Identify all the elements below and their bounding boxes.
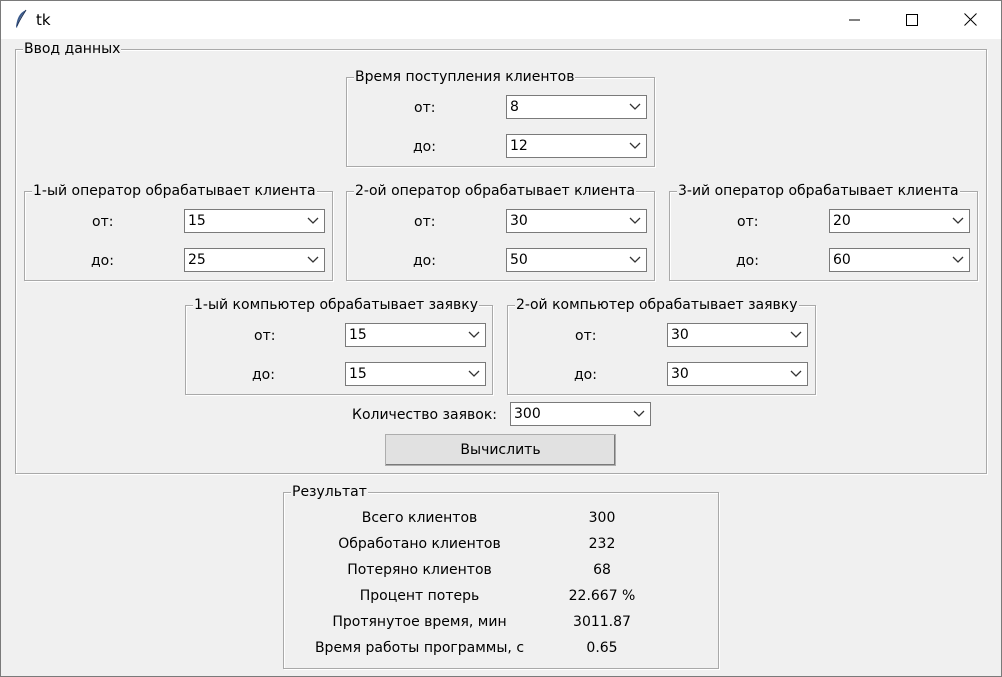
computer1-from-combobox[interactable]: 15: [345, 323, 486, 347]
computer1-to-label: до:: [252, 367, 275, 383]
computer1-title: 1-ый компьютер обрабатывает заявку: [193, 297, 480, 313]
result-value-processed-clients: 232: [588, 536, 616, 552]
computer2-to-label: до:: [574, 367, 597, 383]
computer1-group: 1-ый компьютер обрабатывает заявку от: 1…: [185, 297, 493, 395]
chevron-down-icon[interactable]: [629, 142, 641, 150]
maximize-button[interactable]: [883, 0, 941, 39]
operator1-to-combobox[interactable]: 25: [184, 248, 325, 272]
chevron-down-icon[interactable]: [633, 410, 645, 418]
operator1-title: 1-ый оператор обрабатывает клиента: [32, 183, 317, 199]
arrival-time-title: Время поступления клиентов: [354, 69, 576, 85]
result-value-lost-clients: 68: [593, 562, 611, 578]
operator2-from-label: от:: [414, 214, 436, 230]
operator1-from-combobox[interactable]: 15: [184, 209, 325, 233]
requests-count-combobox[interactable]: 300: [510, 402, 651, 426]
title-bar[interactable]: tk: [0, 0, 1002, 39]
computer2-group: 2-ой компьютер обрабатывает заявку от: 3…: [507, 297, 816, 395]
result-label-processed-clients: Обработано клиентов: [338, 536, 501, 552]
result-value-elapsed-time: 3011.87: [573, 614, 631, 630]
computer1-from-label: от:: [254, 328, 276, 344]
arrival-to-combobox[interactable]: 12: [506, 134, 647, 158]
result-value-runtime: 0.65: [586, 640, 618, 656]
operator2-to-label: до:: [413, 253, 436, 269]
operator1-group: 1-ый оператор обрабатывает клиента от: 1…: [24, 183, 333, 281]
chevron-down-icon[interactable]: [790, 370, 802, 378]
result-value-total-clients: 300: [588, 510, 616, 526]
chevron-down-icon[interactable]: [468, 331, 480, 339]
result-value-loss-percent: 22.667 %: [568, 588, 636, 604]
operator2-from-combobox[interactable]: 30: [506, 209, 647, 233]
result-label-loss-percent: Процент потерь: [359, 588, 480, 604]
close-icon: [963, 13, 977, 26]
chevron-down-icon[interactable]: [307, 256, 319, 264]
calculate-button[interactable]: Вычислить: [385, 434, 616, 466]
window-title: tk: [36, 11, 51, 29]
result-group-title: Результат: [291, 484, 368, 500]
operator3-group: 3-ий оператор обрабатывает клиента от: 2…: [669, 183, 978, 281]
operator2-title: 2-ой оператор обрабатывает клиента: [354, 183, 637, 199]
computer1-to-combobox[interactable]: 15: [345, 362, 486, 386]
operator2-group: 2-ой оператор обрабатывает клиента от: 3…: [346, 183, 655, 281]
input-data-group-title: Ввод данных: [23, 41, 122, 57]
maximize-icon: [906, 13, 918, 26]
result-group: Результат Всего клиентов 300 Обработано …: [283, 484, 719, 669]
chevron-down-icon[interactable]: [629, 256, 641, 264]
operator1-from-label: от:: [92, 214, 114, 230]
result-label-lost-clients: Потеряно клиентов: [347, 562, 492, 578]
minimize-icon: [849, 19, 860, 20]
operator1-to-label: до:: [91, 253, 114, 269]
result-label-total-clients: Всего клиентов: [361, 510, 478, 526]
computer2-from-combobox[interactable]: 30: [667, 323, 808, 347]
arrival-from-label: от:: [414, 100, 436, 116]
result-label-elapsed-time: Протянутое время, мин: [332, 614, 507, 630]
chevron-down-icon[interactable]: [468, 370, 480, 378]
arrival-time-group: Время поступления клиентов от: 8 до: 12: [346, 69, 655, 167]
operator2-to-combobox[interactable]: 50: [506, 248, 647, 272]
arrival-to-label: до:: [413, 139, 436, 155]
operator3-from-label: от:: [737, 214, 759, 230]
computer2-from-label: от:: [575, 328, 597, 344]
chevron-down-icon[interactable]: [790, 331, 802, 339]
computer2-to-combobox[interactable]: 30: [667, 362, 808, 386]
chevron-down-icon[interactable]: [629, 217, 641, 225]
chevron-down-icon[interactable]: [629, 103, 641, 111]
operator3-title: 3-ий оператор обрабатывает клиента: [677, 183, 960, 199]
feather-icon: [16, 9, 27, 28]
operator3-to-label: до:: [736, 253, 759, 269]
chevron-down-icon[interactable]: [307, 217, 319, 225]
operator3-to-combobox[interactable]: 60: [829, 248, 970, 272]
arrival-from-combobox[interactable]: 8: [506, 95, 647, 119]
chevron-down-icon[interactable]: [952, 217, 964, 225]
chevron-down-icon[interactable]: [952, 256, 964, 264]
minimize-button[interactable]: [826, 0, 884, 39]
requests-count-label: Количество заявок:: [352, 407, 497, 423]
result-label-runtime: Время работы программы, с: [314, 640, 525, 656]
computer2-title: 2-ой компьютер обрабатывает заявку: [515, 297, 799, 313]
close-button[interactable]: [941, 0, 999, 39]
operator3-from-combobox[interactable]: 20: [829, 209, 970, 233]
